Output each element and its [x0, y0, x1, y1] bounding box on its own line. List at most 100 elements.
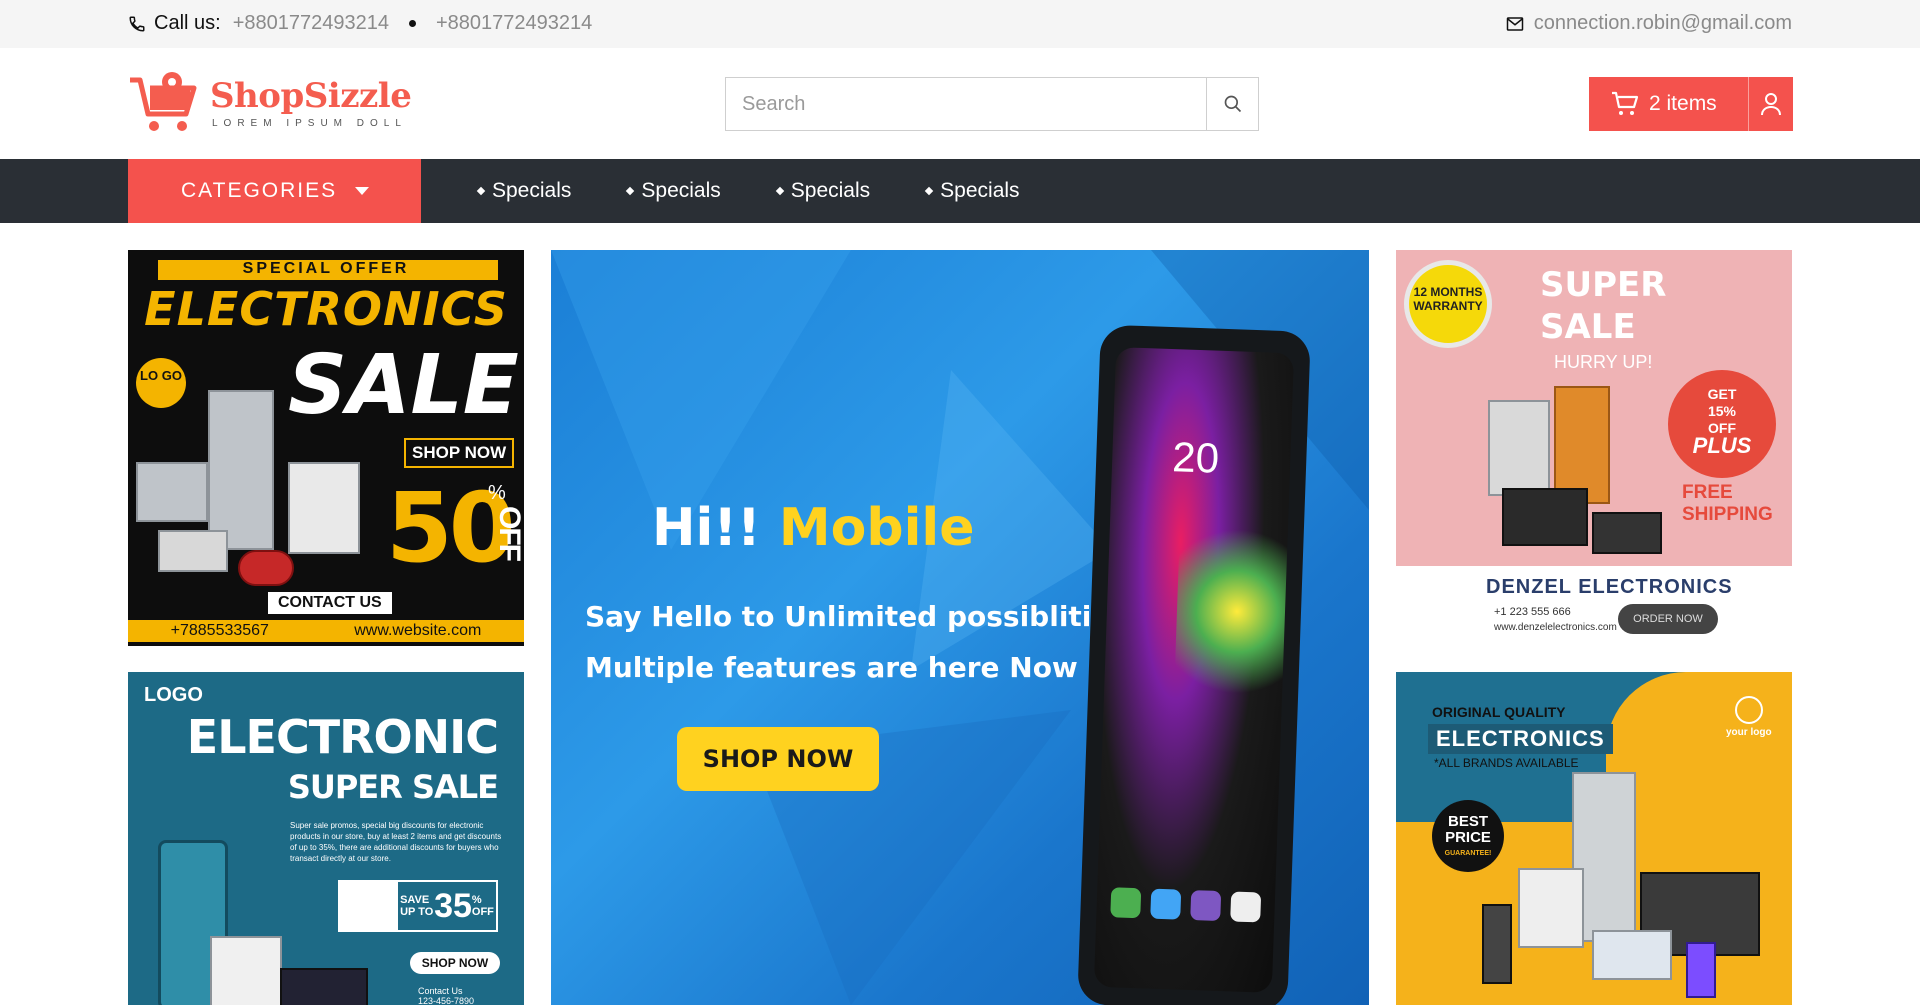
- banner-website: www.website.com: [354, 622, 482, 639]
- phone-dock: [1110, 887, 1262, 923]
- banner-phone: +7885533567: [170, 622, 269, 639]
- nav-link-specials[interactable]: Specials: [476, 179, 572, 203]
- badge-percent: 15%: [1707, 403, 1737, 419]
- save-discount: 35: [434, 886, 472, 925]
- top-bar: Call us: +8801772493214 +8801772493214 c…: [0, 0, 1920, 48]
- globe-icon: [1734, 696, 1763, 724]
- banner-percent: %: [488, 482, 506, 504]
- banner-footer: +7885533567 www.website.com: [128, 620, 524, 642]
- nav-link-specials[interactable]: Specials: [775, 179, 870, 203]
- promo-banner-electronic-super-sale[interactable]: LOGO ELECTRONIC SUPER SALE Super sale pr…: [128, 672, 524, 1005]
- promo-banner-super-sale[interactable]: 12 MONTHS WARRANTY SUPER SALE HURRY UP! …: [1396, 250, 1792, 646]
- best-price-badge: BEST PRICE GUARANTEE!: [1432, 800, 1504, 872]
- contact-phone: 123-456-7890: [418, 996, 475, 1005]
- promo-banner-original-electronics[interactable]: ORIGINAL QUALITY ELECTRONICS *ALL BRANDS…: [1396, 672, 1792, 1005]
- camera-app-icon: [1230, 891, 1262, 923]
- oven-image: [136, 462, 208, 522]
- email-text[interactable]: connection.robin@gmail.com: [1534, 12, 1792, 35]
- phone-clock: 20: [1171, 433, 1220, 482]
- nav-link-specials[interactable]: Specials: [626, 179, 721, 203]
- brand-tagline: LOREM IPSUM DOLL: [212, 117, 407, 129]
- blender-image: [1482, 904, 1512, 984]
- diamond-bullet-icon: [476, 186, 486, 196]
- separator-dot: [408, 20, 416, 27]
- order-now-button: ORDER NOW: [1618, 604, 1718, 634]
- banner-shop-now: SHOP NOW: [410, 952, 500, 974]
- search-input[interactable]: [726, 78, 1206, 130]
- nav-link-specials[interactable]: Specials: [924, 179, 1020, 203]
- best-text: BEST: [1447, 813, 1488, 830]
- your-logo: your logo: [1726, 696, 1772, 738]
- promo-banner-electronics-sale[interactable]: SPECIAL OFFER ELECTRONICS SALE LO GO SHO…: [128, 250, 524, 646]
- microwave-image: [158, 530, 228, 572]
- phone-app-icon: [1110, 887, 1142, 919]
- contact-label: Contact Us: [418, 986, 463, 996]
- categories-dropdown[interactable]: CATEGORIES: [128, 159, 421, 223]
- washer-image: [1518, 868, 1584, 948]
- nav-link-label: Specials: [940, 179, 1020, 202]
- cart-logo-icon: [130, 72, 197, 131]
- electronics-label: ELECTRONICS: [1428, 724, 1613, 754]
- store-website: www.denzelelectronics.com: [1494, 622, 1617, 633]
- user-icon: [1761, 93, 1781, 116]
- account-button[interactable]: [1749, 77, 1793, 131]
- discount-badge: GET 15% OFF PLUS: [1668, 370, 1776, 478]
- hero-title-hi: Hi!!: [652, 498, 761, 558]
- smartphone-screen: 20: [1093, 347, 1295, 993]
- your-logo-text: your logo: [1726, 727, 1772, 738]
- smartphone-image: 20: [1077, 324, 1311, 1005]
- phone-image: [1686, 942, 1716, 998]
- banner-description: Super sale promos, special big discounts…: [290, 821, 502, 863]
- hurry-up-text: HURRY UP!: [1554, 352, 1653, 372]
- cart-count: 2 items: [1649, 92, 1717, 115]
- cart-widget: 2 items: [1589, 77, 1793, 131]
- main-nav: CATEGORIES Specials Specials Specials Sp…: [0, 159, 1920, 223]
- banner-headline: ELECTRONICS: [144, 282, 508, 336]
- hero-shop-now-button[interactable]: SHOP NOW: [677, 727, 879, 791]
- fridge-image: [208, 390, 274, 550]
- cart-button[interactable]: 2 items: [1589, 77, 1749, 131]
- microwave-image: [1592, 512, 1662, 554]
- washer-image: [288, 462, 360, 554]
- banner-contact: CONTACT US: [268, 592, 392, 614]
- phone-number-2[interactable]: +8801772493214: [436, 12, 592, 35]
- banner-contact: Contact Us 123-456-7890: [418, 986, 474, 1005]
- badge-get: GET: [1707, 386, 1737, 402]
- tv-image: [1502, 488, 1588, 546]
- banner-special-offer: SPECIAL OFFER: [242, 260, 410, 277]
- warranty-badge: 12 MONTHS WARRANTY: [1404, 260, 1492, 348]
- search-button[interactable]: [1206, 78, 1258, 130]
- free-shipping-text: FREE SHIPPING: [1682, 482, 1773, 526]
- banner-sale-text: SALE: [288, 338, 519, 433]
- laptop-image: [280, 968, 368, 1005]
- laptop-image: [1592, 930, 1672, 980]
- messages-app-icon: [1150, 888, 1182, 920]
- vacuum-image: [238, 550, 294, 586]
- original-quality-text: ORIGINAL QUALITY: [1432, 704, 1566, 720]
- phone-number-1[interactable]: +8801772493214: [233, 12, 389, 35]
- banner-footer: DENZEL ELECTRONICS +1 223 555 666 www.de…: [1396, 566, 1792, 646]
- categories-label: CATEGORIES: [181, 179, 338, 202]
- screen-glow: [1173, 509, 1295, 714]
- hero-subtitle-1: Say Hello to Unlimited possiblities: [585, 600, 1128, 633]
- banner-off: OFF: [493, 506, 524, 560]
- nav-link-label: Specials: [641, 179, 721, 202]
- hero-banner-mobile[interactable]: Hi!! Mobile Say Hello to Unlimited possi…: [551, 250, 1369, 1005]
- hero-title: Hi!! Mobile: [652, 498, 975, 558]
- brand-logo[interactable]: ShopSizzle LOREM IPSUM DOLL: [128, 68, 412, 138]
- diamond-bullet-icon: [626, 186, 635, 196]
- diamond-bullet-icon: [775, 186, 785, 196]
- price-text: PRICE: [1445, 829, 1491, 846]
- contact-email[interactable]: connection.robin@gmail.com: [1506, 12, 1792, 35]
- banner-shop-now: SHOP NOW: [404, 438, 515, 468]
- nav-link-label: Specials: [492, 179, 572, 202]
- all-brands-text: *ALL BRANDS AVAILABLE: [1434, 756, 1579, 770]
- badge-plus: PLUS: [1692, 433, 1752, 458]
- save-label: SAVE UP TO: [400, 894, 434, 918]
- banner-subheadline: SUPER SALE: [287, 768, 499, 806]
- phone-icon: [129, 16, 145, 32]
- banner-logo-badge: LO GO: [136, 358, 186, 408]
- save-percent: % OFF: [471, 894, 494, 918]
- super-sale-title: SUPER SALE: [1540, 264, 1666, 348]
- search-bar: [725, 77, 1259, 131]
